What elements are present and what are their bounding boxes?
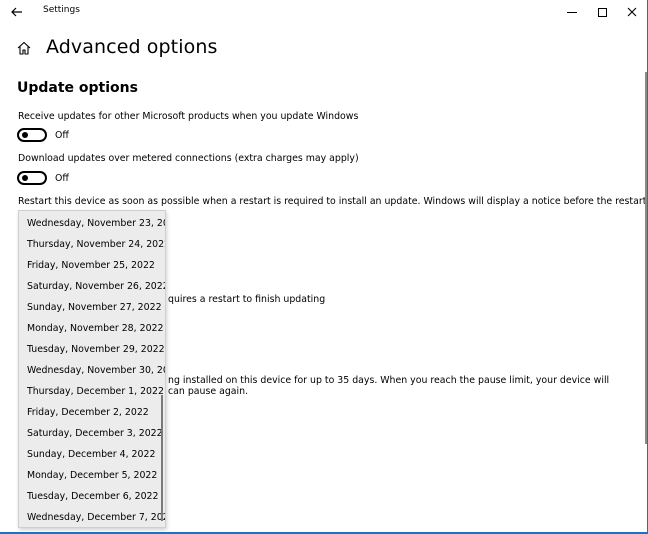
minimize-icon: [567, 11, 577, 13]
dropdown-item[interactable]: Saturday, December 3, 2022: [19, 423, 163, 444]
settings-window: Settings Advanced options Update options…: [0, 0, 648, 534]
maximize-button[interactable]: [587, 0, 617, 24]
dropdown-item[interactable]: Thursday, December 1, 2022: [19, 381, 164, 402]
dropdown-item[interactable]: Friday, December 2, 2022: [19, 402, 159, 423]
toggle-knob: [22, 132, 28, 138]
toggle-other-products[interactable]: [17, 128, 47, 142]
dropdown-item[interactable]: Sunday, December 4, 2022: [19, 444, 159, 465]
dropdown-item[interactable]: Tuesday, November 29, 2022: [19, 339, 165, 360]
section-title: Update options: [17, 80, 138, 96]
main-scrollbar-thumb[interactable]: [645, 72, 647, 444]
dropdown-scrollbar-thumb[interactable]: [161, 395, 163, 521]
dropdown-item[interactable]: Thursday, November 24, 2022: [19, 234, 165, 255]
close-button[interactable]: [617, 0, 647, 24]
back-arrow-icon: [11, 7, 22, 17]
dropdown-item[interactable]: Wednesday, November 30, 2022: [19, 360, 165, 381]
back-button[interactable]: [8, 3, 26, 21]
dropdown-item[interactable]: Friday, November 25, 2022: [19, 255, 159, 276]
pause-date-dropdown-list[interactable]: Wednesday, November 23, 2022 Thursday, N…: [18, 210, 166, 528]
toggle-state-other-products: Off: [55, 130, 69, 141]
pause-description-line1: ng installed on this device for up to 35…: [168, 375, 610, 386]
setting-label-other-products: Receive updates for other Microsoft prod…: [18, 111, 359, 122]
dropdown-item[interactable]: Monday, December 5, 2022: [19, 465, 159, 486]
maximize-icon: [597, 7, 607, 17]
dropdown-item[interactable]: Wednesday, December 7, 2022: [19, 507, 165, 527]
dropdown-item[interactable]: Tuesday, December 6, 2022: [19, 486, 159, 507]
dropdown-item[interactable]: Saturday, November 26, 2022: [19, 276, 165, 297]
dropdown-item[interactable]: Wednesday, November 23, 2022: [19, 213, 165, 234]
window-title: Settings: [43, 5, 80, 15]
toggle-knob: [22, 175, 28, 181]
restart-notify-text: quires a restart to finish updating: [168, 294, 326, 305]
toggle-metered[interactable]: [17, 171, 47, 185]
dropdown-item[interactable]: Sunday, November 27, 2022: [19, 297, 162, 318]
setting-label-metered: Download updates over metered connection…: [18, 153, 359, 164]
home-button[interactable]: [16, 40, 32, 56]
page-title: Advanced options: [46, 36, 218, 58]
toggle-state-metered: Off: [55, 173, 69, 184]
restart-description: Restart this device as soon as possible …: [18, 196, 648, 207]
pause-description-line2: can pause again.: [168, 386, 249, 397]
close-icon: [627, 7, 637, 17]
minimize-button[interactable]: [557, 0, 587, 24]
home-icon: [17, 41, 31, 55]
title-bar: Settings: [0, 0, 647, 24]
dropdown-item[interactable]: Monday, November 28, 2022: [19, 318, 163, 339]
